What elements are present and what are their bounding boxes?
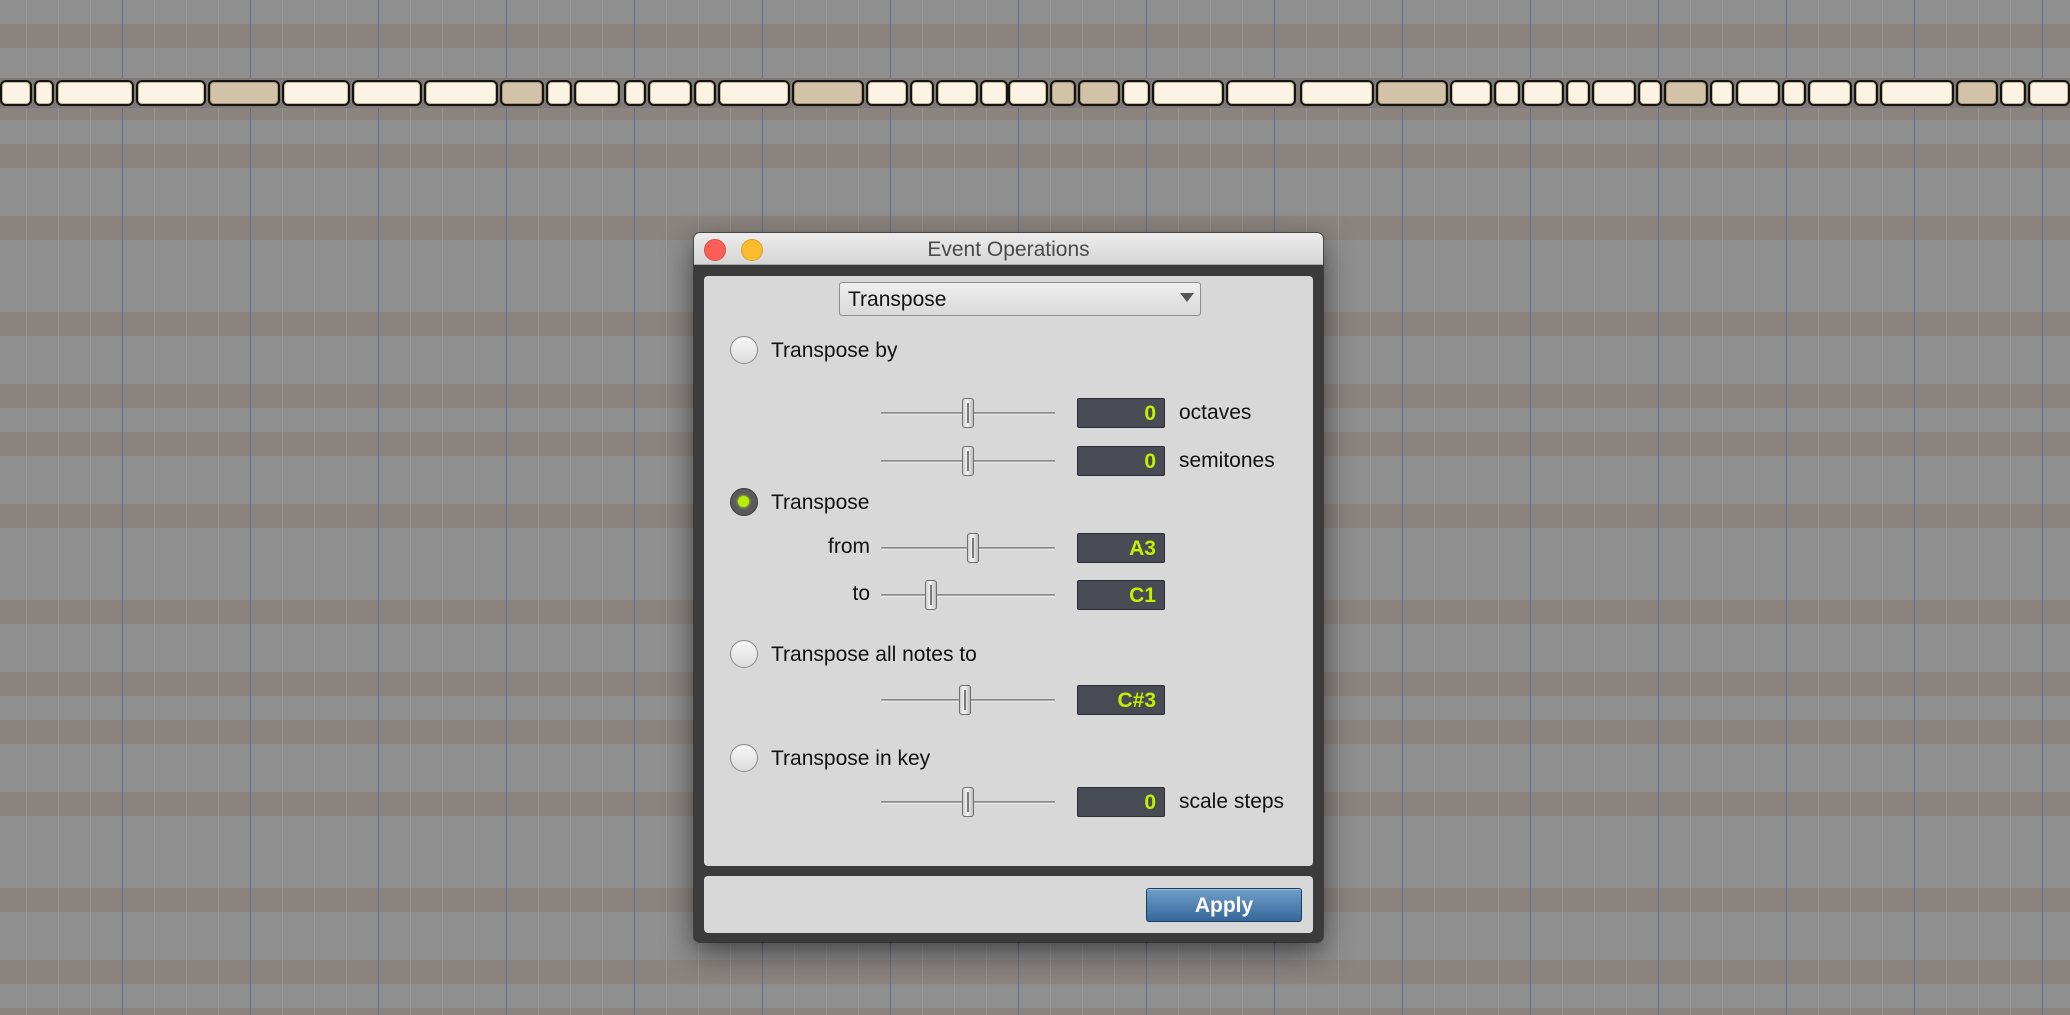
to-label: to (852, 582, 870, 605)
midi-note[interactable] (866, 80, 908, 106)
scale-steps-slider-thumb[interactable] (962, 787, 974, 817)
to-note-field[interactable]: C1 (1077, 580, 1165, 610)
midi-note[interactable] (694, 80, 716, 106)
midi-note[interactable] (1710, 80, 1734, 106)
midi-note[interactable] (1152, 80, 1224, 106)
semitones-slider-thumb[interactable] (962, 446, 974, 476)
midi-note[interactable] (136, 80, 206, 106)
all-notes-target-field[interactable]: C#3 (1077, 685, 1165, 715)
midi-note[interactable] (352, 80, 422, 106)
midi-note[interactable] (1300, 80, 1374, 106)
midi-note[interactable] (1956, 80, 1998, 106)
option-label-transpose-by: Transpose by (771, 339, 898, 362)
from-note-field[interactable]: A3 (1077, 533, 1165, 563)
midi-note[interactable] (2028, 80, 2070, 106)
option-label-transpose-all-notes-to: Transpose all notes to (771, 643, 977, 666)
midi-note[interactable] (500, 80, 544, 106)
midi-note[interactable] (1808, 80, 1852, 106)
midi-note[interactable] (648, 80, 692, 106)
midi-note[interactable] (1376, 80, 1448, 106)
dialog-titlebar[interactable]: Event Operations (694, 233, 1323, 265)
midi-note[interactable] (1078, 80, 1120, 106)
radio-transpose-all-notes-to[interactable] (730, 640, 758, 668)
midi-note[interactable] (980, 80, 1008, 106)
to-slider-track[interactable] (881, 594, 1055, 597)
midi-note[interactable] (56, 80, 134, 106)
midi-note[interactable] (2000, 80, 2026, 106)
all-notes-slider-thumb[interactable] (958, 685, 971, 715)
radio-transpose-from-to[interactable] (730, 488, 758, 516)
radio-transpose-in-key[interactable] (730, 744, 758, 772)
octaves-value-field[interactable]: 0 (1077, 398, 1165, 428)
midi-note[interactable] (424, 80, 498, 106)
midi-note[interactable] (1736, 80, 1780, 106)
event-operations-dialog: Event Operations Transpose Transpose by … (694, 233, 1323, 942)
midi-note[interactable] (910, 80, 934, 106)
from-label: from (828, 535, 870, 558)
operation-select[interactable]: Transpose (839, 282, 1201, 316)
midi-note[interactable] (574, 80, 620, 106)
midi-note[interactable] (1450, 80, 1492, 106)
midi-note[interactable] (546, 80, 572, 106)
midi-note[interactable] (1522, 80, 1564, 106)
radio-transpose-by[interactable] (730, 336, 758, 364)
midi-note[interactable] (1782, 80, 1806, 106)
midi-note[interactable] (1592, 80, 1636, 106)
midi-note[interactable] (282, 80, 350, 106)
option-label-transpose-from-to: Transpose (771, 491, 870, 514)
midi-note[interactable] (1880, 80, 1954, 106)
from-slider-thumb[interactable] (966, 533, 979, 563)
dialog-footer: Apply (704, 876, 1313, 933)
octaves-slider-thumb[interactable] (962, 398, 974, 428)
scale-steps-value-field[interactable]: 0 (1077, 787, 1165, 817)
midi-note[interactable] (624, 80, 646, 106)
midi-note[interactable] (0, 80, 32, 106)
chevron-down-icon (1180, 293, 1194, 302)
midi-note[interactable] (1854, 80, 1878, 106)
scale-steps-unit-label: scale steps (1179, 790, 1285, 813)
midi-note[interactable] (1008, 80, 1048, 106)
midi-note[interactable] (936, 80, 978, 106)
octaves-unit-label: octaves (1179, 401, 1252, 424)
midi-note[interactable] (1050, 80, 1076, 106)
midi-note[interactable] (792, 80, 864, 106)
midi-note[interactable] (34, 80, 54, 106)
semitones-unit-label: semitones (1179, 449, 1275, 472)
midi-note[interactable] (1566, 80, 1590, 106)
midi-note[interactable] (1664, 80, 1708, 106)
midi-note[interactable] (718, 80, 790, 106)
midi-note[interactable] (1494, 80, 1520, 106)
midi-note[interactable] (1638, 80, 1662, 106)
to-slider-thumb[interactable] (924, 580, 937, 610)
midi-note[interactable] (208, 80, 280, 106)
operation-select-value: Transpose (848, 288, 947, 311)
midi-note[interactable] (1122, 80, 1150, 106)
midi-note[interactable] (1226, 80, 1296, 106)
dialog-title: Event Operations (927, 238, 1090, 261)
operation-panel: Transpose Transpose by 0 octaves 0 semit… (704, 276, 1313, 866)
option-label-transpose-in-key: Transpose in key (771, 747, 931, 770)
apply-button[interactable]: Apply (1146, 888, 1302, 922)
semitones-value-field[interactable]: 0 (1077, 446, 1165, 476)
